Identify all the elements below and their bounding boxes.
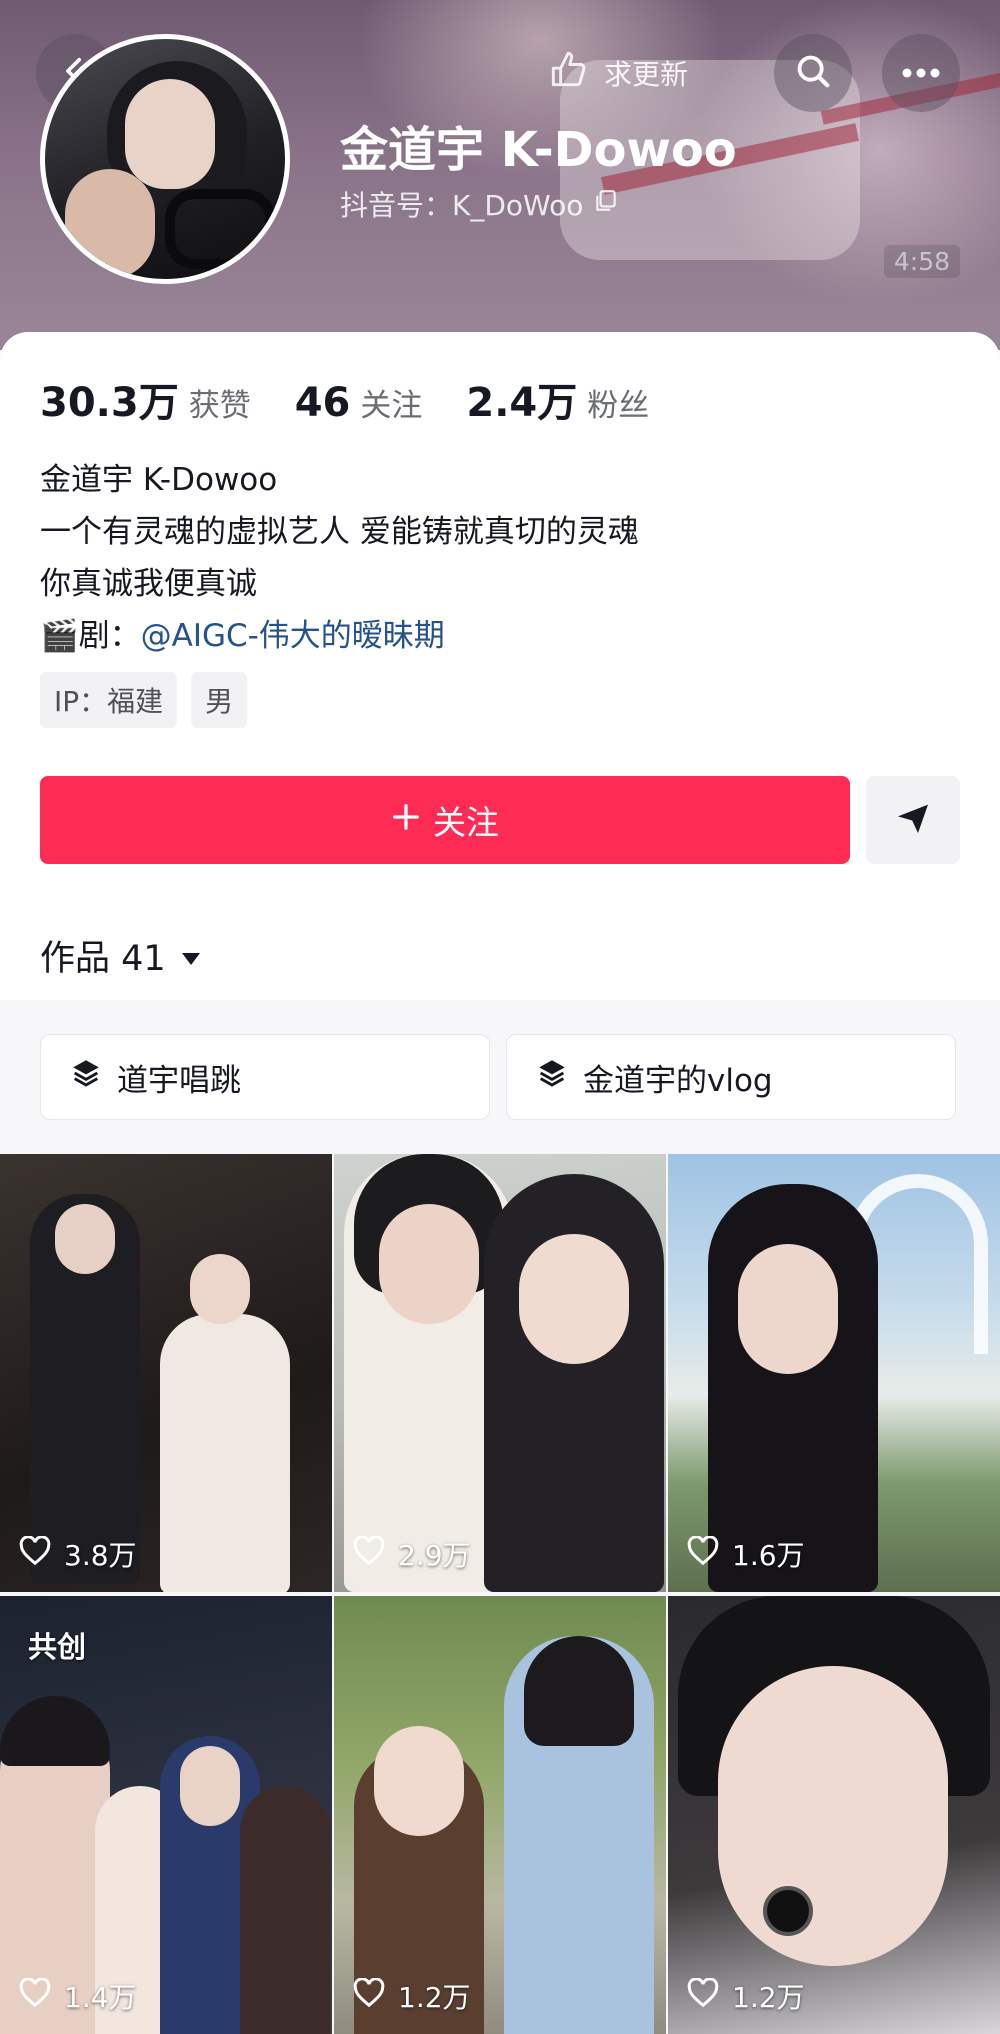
video-thumbnail[interactable]: 2.9万 <box>334 1154 666 1592</box>
heart-icon <box>352 1534 386 1573</box>
avatar[interactable] <box>40 34 290 284</box>
profile-card: 30.3万 获赞 46 关注 2.4万 粉丝 金道宇 K-Dowoo 一个有灵魂… <box>0 332 1000 1000</box>
stat-label: 关注 <box>360 388 423 424</box>
like-count-text: 3.8万 <box>64 1539 137 1572</box>
bio-line: 一个有灵魂的虚拟艺人 爱能铸就真切的灵魂 <box>40 514 639 550</box>
more-button[interactable] <box>882 34 960 112</box>
gender-tag: 男 <box>191 672 248 728</box>
collection-card[interactable]: 金道宇的vlog <box>506 1034 956 1120</box>
like-count: 1.2万 <box>686 1976 805 2016</box>
stat-value: 2.4万 <box>466 380 578 426</box>
douyin-id-text: 抖音号：K_DoWoo <box>340 189 584 222</box>
video-thumbnail[interactable]: 共创 1.4万 <box>0 1596 332 2034</box>
collection-title: 金道宇的vlog <box>583 1062 773 1099</box>
stat-label: 粉丝 <box>587 388 650 424</box>
plus-icon <box>391 801 421 840</box>
douyin-id[interactable]: 抖音号：K_DoWoo <box>340 184 619 224</box>
bio: 金道宇 K-Dowoo 一个有灵魂的虚拟艺人 爱能铸就真切的灵魂 你真诚我便真诚… <box>40 454 639 662</box>
video-thumbnail[interactable]: 1.2万 <box>334 1596 666 2034</box>
video-thumbnail[interactable]: 1.6万 <box>668 1154 1000 1592</box>
heart-icon <box>18 1976 52 2015</box>
more-dots-icon <box>901 64 941 83</box>
stat-value: 30.3万 <box>40 380 179 426</box>
follow-label: 关注 <box>433 803 499 842</box>
stats-row: 30.3万 获赞 46 关注 2.4万 粉丝 <box>40 370 693 428</box>
request-update-button[interactable]: 求更新 <box>530 42 740 104</box>
like-count-text: 1.2万 <box>732 1981 805 2014</box>
like-count-text: 1.4万 <box>64 1981 137 2014</box>
stat-value: 46 <box>294 380 351 426</box>
works-tab[interactable]: 作品 41 <box>40 930 202 981</box>
like-count: 1.6万 <box>686 1534 805 1574</box>
heart-icon <box>352 1976 386 2015</box>
clapperboard-icon: 🎬 <box>40 618 79 654</box>
request-update-label: 求更新 <box>604 58 689 91</box>
layers-icon <box>69 1056 103 1098</box>
profile-name: 金道宇 K-Dowoo <box>340 122 737 178</box>
send-icon <box>893 798 933 842</box>
hand-icon <box>546 48 590 99</box>
ip-location-tag: IP：福建 <box>40 672 178 728</box>
like-count-text: 2.9万 <box>398 1539 471 1572</box>
collection-title: 道宇唱跳 <box>117 1062 241 1099</box>
caret-down-icon <box>180 936 202 976</box>
like-count: 1.4万 <box>18 1976 137 2016</box>
heart-icon <box>686 1976 720 2015</box>
like-count-text: 1.2万 <box>398 1981 471 2014</box>
like-count: 1.2万 <box>352 1976 471 2016</box>
video-timestamp: 4:58 <box>883 245 960 278</box>
collection-card[interactable]: 道宇唱跳 <box>40 1034 490 1120</box>
like-count-text: 1.6万 <box>732 1539 805 1572</box>
drama-label: 剧： <box>78 618 141 654</box>
like-count: 3.8万 <box>18 1534 137 1574</box>
search-button[interactable] <box>774 34 852 112</box>
heart-icon <box>18 1534 52 1573</box>
stat-label: 获赞 <box>188 388 251 424</box>
collections-row: 道宇唱跳 金道宇的vlog <box>40 1034 956 1120</box>
heart-icon <box>686 1534 720 1573</box>
drama-link[interactable]: @AIGC-伟大的暧昧期 <box>141 618 445 654</box>
works-label: 作品 41 <box>40 939 166 979</box>
like-count: 2.9万 <box>352 1534 471 1574</box>
copy-icon[interactable] <box>593 188 619 221</box>
video-grid: 3.8万 2.9万 1.6万 共创 1.4万 1.2万 1.2万 <box>0 1154 1000 2034</box>
bio-line: 你真诚我便真诚 <box>40 566 257 602</box>
bio-drama-line: 🎬剧：@AIGC-伟大的暧昧期 <box>40 610 639 662</box>
share-button[interactable] <box>866 776 960 864</box>
follow-button[interactable]: 关注 <box>40 776 850 864</box>
search-icon <box>794 52 832 94</box>
stat-likes: 30.3万 获赞 <box>40 370 251 428</box>
bio-line: 金道宇 K-Dowoo <box>40 462 278 498</box>
video-thumbnail[interactable]: 3.8万 <box>0 1154 332 1592</box>
stat-following[interactable]: 46 关注 <box>295 380 423 426</box>
stat-followers[interactable]: 2.4万 粉丝 <box>466 370 649 428</box>
layers-icon <box>535 1056 569 1098</box>
co-creation-badge: 共创 <box>28 1630 87 1664</box>
tag-row: IP：福建 男 <box>40 672 248 728</box>
video-thumbnail[interactable]: 1.2万 <box>668 1596 1000 2034</box>
